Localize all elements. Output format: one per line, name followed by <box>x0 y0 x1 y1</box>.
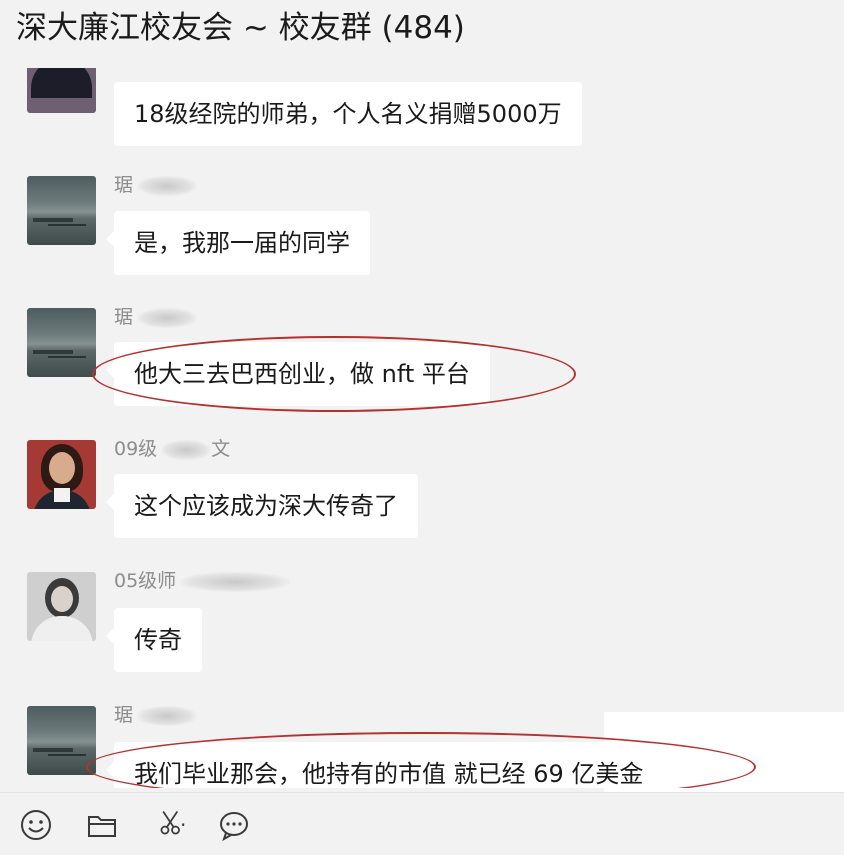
scissors-icon[interactable]: · <box>146 805 198 845</box>
chat-title: 深大廉江校友会 ~ 校友群 (484) <box>16 10 465 46</box>
blurred-name <box>137 705 198 726</box>
sender-name: 琚 <box>114 700 198 727</box>
avatar[interactable] <box>27 706 96 775</box>
input-toolbar: · <box>0 792 844 855</box>
avatar[interactable] <box>27 68 96 113</box>
message-bubble[interactable]: 这个应该成为深大传奇了 <box>106 474 418 538</box>
message-bubble[interactable]: 他大三去巴西创业，做 nft 平台 <box>106 342 490 406</box>
message-bubble[interactable]: 传奇 <box>106 608 202 672</box>
scissors-dropdown-dot: · <box>180 813 187 837</box>
message-bubble[interactable]: 我们毕业那会，他持有的市值 就已经 69 亿美金 <box>105 742 664 788</box>
sender-name: 琚 <box>114 302 198 329</box>
folder-icon[interactable] <box>82 805 122 845</box>
blurred-name <box>137 307 198 328</box>
blurred-name <box>161 439 212 460</box>
emoji-icon[interactable] <box>16 805 56 845</box>
chat-bubble-icon[interactable] <box>214 805 254 845</box>
avatar[interactable] <box>27 308 96 377</box>
sender-name: 09级文 <box>114 438 231 460</box>
sender-name: 琚 <box>114 170 198 197</box>
message-bubble[interactable]: 是，我那一届的同学 <box>106 211 370 275</box>
avatar[interactable] <box>27 572 96 641</box>
sender-name: 05级师 <box>114 566 291 593</box>
message-bubble[interactable]: 18级经院的师弟，个人名义捐赠5000万 <box>114 82 582 146</box>
message-list[interactable]: 18级经院的师弟，个人名义捐赠5000万 琚 是，我那一届的同学 琚 他大三去巴… <box>0 68 844 788</box>
chat-header: 深大廉江校友会 ~ 校友群 (484) <box>0 0 844 68</box>
blurred-name <box>137 175 198 196</box>
avatar[interactable] <box>27 176 96 245</box>
blurred-name <box>180 571 291 592</box>
avatar[interactable] <box>27 440 96 509</box>
